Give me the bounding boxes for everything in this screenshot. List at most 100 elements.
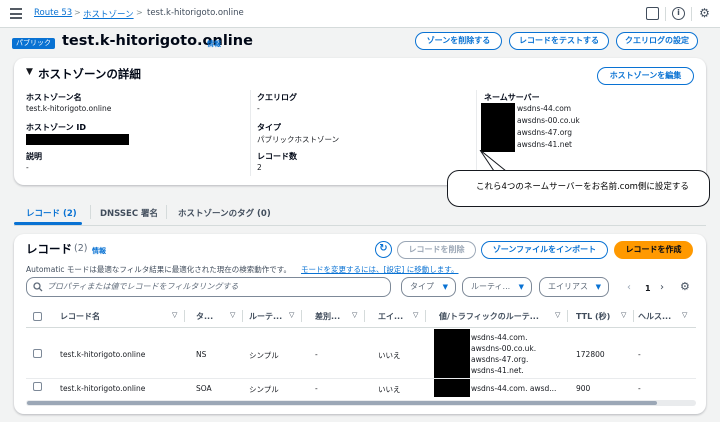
column-header-alias[interactable]: エイ... <box>378 311 403 322</box>
sort-icon[interactable]: ▽ <box>621 311 626 319</box>
nameserver-3: awsdns-47.org <box>517 128 572 137</box>
column-divider <box>250 90 251 176</box>
zone-name-label: ホストゾーン名 <box>26 93 82 102</box>
records-title: レコード <box>26 242 72 256</box>
column-divider <box>301 310 302 322</box>
record-differentiator: - <box>315 350 318 359</box>
routing-filter-select[interactable]: ルーティ... ▼ <box>462 277 532 297</box>
column-header-ttl[interactable]: TTL (秒) <box>576 311 610 322</box>
preferences-icon[interactable]: ⚙ <box>680 280 690 293</box>
record-value-line: wsdns-41.net. <box>471 366 524 375</box>
column-header-name[interactable]: レコード名 <box>60 311 100 322</box>
caret-down-icon: ▼ <box>518 283 524 291</box>
tab-divider <box>166 205 167 219</box>
record-alias: いいえ <box>378 385 401 394</box>
column-divider <box>633 310 634 322</box>
details-title[interactable]: ホストゾーンの詳細 <box>38 66 141 82</box>
edit-zone-button[interactable]: ホストゾーンを編集 <box>597 67 694 85</box>
record-differentiator: - <box>315 384 318 393</box>
row-checkbox[interactable] <box>33 382 42 391</box>
row-checkbox[interactable] <box>33 349 42 358</box>
records-count: (2) <box>74 243 88 254</box>
redacted-value-prefix <box>434 381 470 397</box>
column-header-differentiator[interactable]: 差別... <box>315 311 340 322</box>
import-zone-file-button[interactable]: ゾーンファイルをインポート <box>481 241 608 259</box>
annotation-callout: これら4つのネームサーバーをお名前.com側に設定する <box>447 170 710 207</box>
sort-icon[interactable]: ▽ <box>289 311 294 319</box>
record-type: SOA <box>196 384 212 393</box>
sort-icon[interactable]: ▽ <box>555 311 560 319</box>
tab-active-indicator <box>14 222 82 225</box>
record-ttl: 172800 <box>576 350 605 359</box>
chevron-left-icon[interactable]: ‹ <box>627 282 631 293</box>
breadcrumb-separator: > <box>136 8 143 17</box>
sort-icon[interactable]: ▽ <box>413 311 418 319</box>
delete-zone-button[interactable]: ゾーンを削除する <box>415 32 502 50</box>
alias-filter-label: エイリアス <box>548 282 588 291</box>
search-input[interactable]: プロパティまたは値でレコードをフィルタリングする <box>26 277 391 297</box>
menu-icon[interactable] <box>10 8 22 19</box>
sort-icon[interactable]: ▽ <box>682 311 687 319</box>
column-header-routing[interactable]: ルーテ... <box>249 311 282 322</box>
scrollbar-thumb[interactable] <box>27 401 657 405</box>
type-filter-label: タイプ <box>410 282 434 291</box>
record-alias: いいえ <box>378 351 401 360</box>
mode-description: Automatic モードは最適なフィルタ結果に最適化された現在の検索動作です。 <box>26 265 291 274</box>
info-link[interactable]: 情報 <box>207 39 221 49</box>
page-number[interactable]: 1 <box>645 284 651 293</box>
description-label: 説明 <box>26 152 42 161</box>
create-record-button[interactable]: レコードを作成 <box>614 241 693 259</box>
tab-dnssec[interactable]: DNSSEC 署名 <box>100 207 158 219</box>
column-divider <box>184 310 185 322</box>
column-header-value[interactable]: 値/トラフィックのルーテ... <box>439 311 539 322</box>
redacted-zone-id <box>26 134 129 145</box>
tab-records[interactable]: レコード (2) <box>26 207 77 219</box>
panel-icon[interactable] <box>646 7 659 20</box>
query-log-value: - <box>257 104 260 113</box>
settings-icon[interactable]: ⚙ <box>698 7 711 20</box>
record-health: - <box>638 384 641 393</box>
zone-id-label: ホストゾーン ID <box>26 123 87 132</box>
mode-settings-link[interactable]: モードを変更するには、[設定] に移動します。 <box>301 264 459 275</box>
column-divider <box>364 310 365 322</box>
caret-down-icon[interactable]: ▼ <box>26 67 33 77</box>
alias-filter-select[interactable]: エイリアス ▼ <box>539 277 609 297</box>
query-log-button[interactable]: クエリログの設定 <box>616 32 698 50</box>
page-title: test.k-hitorigoto.online <box>62 33 253 49</box>
record-count-value: 2 <box>257 163 262 172</box>
sort-icon[interactable]: ▽ <box>352 311 357 319</box>
caret-down-icon: ▼ <box>442 283 448 291</box>
row-divider <box>26 378 696 379</box>
select-all-checkbox[interactable] <box>33 312 42 321</box>
column-header-type[interactable]: タ... <box>196 311 213 322</box>
records-info-link[interactable]: 情報 <box>92 246 106 256</box>
record-type: NS <box>196 350 207 359</box>
record-ttl: 900 <box>576 384 591 393</box>
column-divider <box>242 310 243 322</box>
record-routing: シンプル <box>249 351 279 360</box>
nameserver-2: awsdns-00.co.uk <box>517 116 580 125</box>
record-value-line: awsdns-47.org. <box>471 355 529 364</box>
tab-zone-tags[interactable]: ホストゾーンのタグ (0) <box>178 207 271 219</box>
sort-icon[interactable]: ▽ <box>172 311 177 319</box>
delete-record-button[interactable]: レコードを削除 <box>397 241 476 259</box>
chevron-right-icon[interactable]: › <box>660 282 664 293</box>
redacted-value-prefix <box>434 329 470 381</box>
type-filter-select[interactable]: タイプ ▼ <box>401 277 456 297</box>
refresh-icon[interactable]: ↻ <box>375 241 392 258</box>
info-icon[interactable]: i <box>672 7 685 20</box>
breadcrumb-hosted-zones[interactable]: ホストゾーン <box>83 8 134 20</box>
description-value: - <box>26 163 29 172</box>
routing-filter-label: ルーティ... <box>471 282 511 291</box>
public-badge: パブリック <box>12 38 55 49</box>
record-count-label: レコード数 <box>257 152 297 161</box>
breadcrumb-route53[interactable]: Route 53 <box>34 8 72 18</box>
nameserver-4: awsdns-41.net <box>517 140 573 149</box>
record-health: - <box>638 350 641 359</box>
column-header-health[interactable]: ヘルス... <box>638 311 671 322</box>
caret-down-icon: ▼ <box>595 283 601 291</box>
zone-name-value: test.k-hitorigoto.online <box>26 104 112 113</box>
sort-icon[interactable]: ▽ <box>230 311 235 319</box>
test-record-button[interactable]: レコードをテストする <box>509 32 609 50</box>
tab-baseline <box>14 225 706 226</box>
